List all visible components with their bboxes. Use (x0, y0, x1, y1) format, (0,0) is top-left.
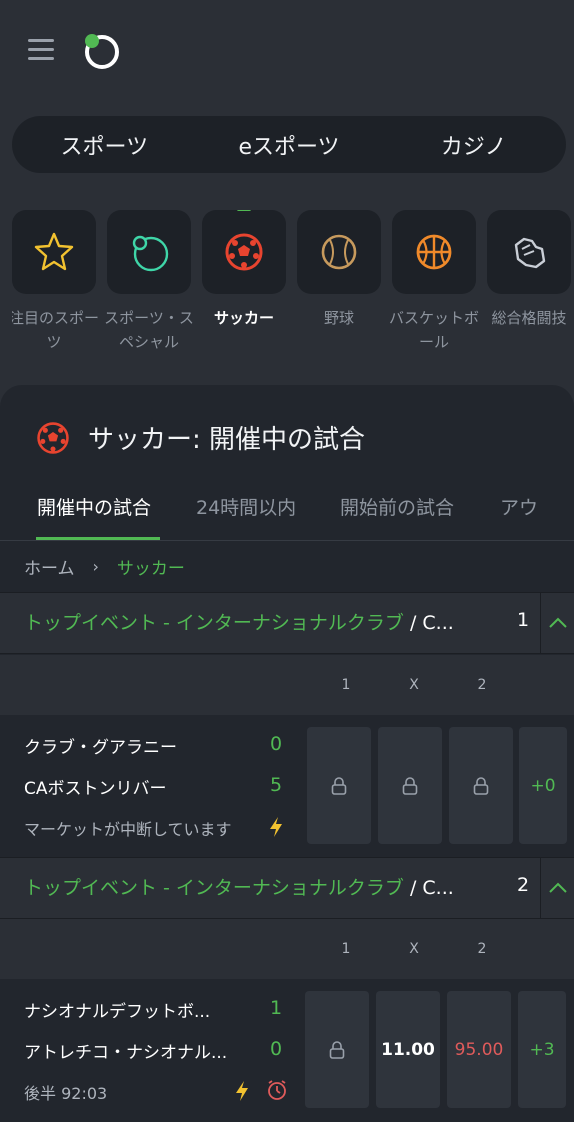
menu-icon[interactable] (28, 39, 54, 61)
match-status: 後半 92:03 (24, 1084, 108, 1103)
odd-home-locked[interactable] (305, 991, 369, 1108)
league-name-rest: / C... (403, 612, 454, 634)
away-team: CAボストンリバー (24, 779, 167, 799)
column-2-label: 2 (477, 941, 487, 957)
chevron-up-icon (548, 882, 567, 893)
breadcrumb: ホーム › サッカー (24, 554, 185, 579)
odds-column-header: 1 X 2 (0, 655, 574, 715)
basketball-icon (416, 234, 452, 270)
odds-column-header: 1 X 2 (0, 919, 574, 979)
category-label: 野球 (323, 309, 354, 327)
category-baseball[interactable]: 野球 (297, 210, 381, 330)
tab-outright[interactable]: アウ (500, 493, 538, 520)
match-tabs: 開催中の試合 24時間以内 開始前の試合 アウ (0, 477, 574, 541)
category-specials[interactable]: スポーツ・スペシャル (104, 210, 194, 354)
page-title: サッカー: 開催中の試合 (88, 425, 366, 455)
odd-home-locked[interactable] (307, 727, 371, 844)
column-x-label: X (409, 677, 419, 693)
odd-value: 11.00 (381, 1039, 435, 1060)
timer-icon (268, 1080, 286, 1100)
category-featured[interactable]: 注目のスポーツ (12, 210, 99, 354)
collapse-button[interactable] (540, 593, 574, 653)
category-soccer[interactable]: サッカー (202, 210, 286, 330)
column-1-label: 1 (341, 677, 351, 693)
logo-icon[interactable] (82, 32, 120, 70)
match-status: マーケットが中断しています (24, 820, 232, 839)
chevron-up-icon (548, 617, 567, 628)
lock-icon (402, 776, 418, 795)
league-name-rest: / C... (403, 877, 454, 899)
odd-value: 95.00 (454, 1039, 504, 1060)
league-name-main: トップイベント - インターナショナルクラブ (24, 877, 404, 899)
mma-glove-icon (514, 237, 546, 269)
breadcrumb-home[interactable]: ホーム (24, 554, 75, 579)
odd-away-locked[interactable] (449, 727, 513, 844)
away-score: 5 (269, 774, 283, 796)
home-team: クラブ・グアラニー (24, 738, 177, 758)
category-label: 総合格闘技 (491, 309, 567, 327)
segment-casino[interactable]: カジノ (381, 116, 566, 173)
category-label: バスケットボール (388, 309, 479, 351)
home-score: 0 (269, 733, 283, 755)
panel-header: サッカー: 開催中の試合 (36, 419, 365, 456)
league-name-main: トップイベント - インターナショナルクラブ (24, 612, 404, 634)
home-score: 1 (269, 997, 283, 1019)
away-team: アトレチコ・ナシオナル... (24, 1043, 228, 1063)
away-score: 0 (269, 1038, 283, 1060)
column-x-label: X (409, 941, 419, 957)
home-team: ナシオナルデフットボ... (24, 1002, 211, 1022)
breadcrumb-current[interactable]: サッカー (117, 554, 185, 579)
category-basketball[interactable]: バスケットボール (389, 210, 479, 354)
column-1-label: 1 (341, 941, 351, 957)
odd-draw-locked[interactable] (378, 727, 442, 844)
lightning-icon (236, 1081, 248, 1101)
lock-icon (329, 1040, 345, 1059)
column-2-label: 2 (477, 677, 487, 693)
specials-icon (132, 235, 169, 272)
tab-upcoming[interactable]: 開始前の試合 (340, 493, 454, 520)
category-label: サッカー (213, 309, 274, 327)
lock-icon (331, 776, 347, 795)
sport-categories: 注目のスポーツ スポーツ・スペシャル サッカー 野球 バスケットボール 総合格闘… (12, 210, 574, 360)
segment-sports[interactable]: スポーツ (12, 116, 197, 173)
more-markets-button[interactable]: +3 (518, 991, 566, 1108)
lightning-icon (270, 817, 282, 837)
odd-away[interactable]: 95.00 (447, 991, 511, 1108)
league-count: 2 (516, 874, 530, 896)
league-name: トップイベント - インターナショナルクラブ / C... (24, 608, 484, 635)
more-markets-button[interactable]: +0 (519, 727, 567, 844)
baseball-icon (321, 234, 357, 270)
category-label: スポーツ・スペシャル (104, 309, 194, 351)
star-icon (34, 232, 74, 271)
active-tab-underline (36, 537, 160, 540)
match-row[interactable]: ナシオナルデフットボ... 1 アトレチコ・ナシオナル... 0 後半 92:0… (0, 979, 574, 1121)
match-row[interactable]: クラブ・グアラニー 0 CAボストンリバー 5 マーケットが中断しています +0 (0, 715, 574, 857)
soccer-ball-icon (37, 421, 69, 454)
league-name: トップイベント - インターナショナルクラブ / C... (24, 873, 484, 900)
breadcrumb-separator: › (92, 557, 99, 576)
soccer-ball-icon (225, 233, 263, 271)
league-header[interactable]: トップイベント - インターナショナルクラブ / C... 2 (0, 857, 574, 919)
odd-draw[interactable]: 11.00 (376, 991, 440, 1108)
league-count: 1 (516, 609, 530, 631)
segment-esports[interactable]: eスポーツ (197, 116, 382, 173)
product-switcher: スポーツ eスポーツ カジノ (12, 116, 566, 173)
category-label: 注目のスポーツ (12, 309, 99, 351)
collapse-button[interactable] (540, 858, 574, 918)
active-indicator (237, 210, 251, 211)
top-bar (0, 0, 574, 100)
tab-live[interactable]: 開催中の試合 (37, 493, 151, 520)
tab-24h[interactable]: 24時間以内 (196, 493, 296, 520)
league-header[interactable]: トップイベント - インターナショナルクラブ / C... 1 (0, 592, 574, 654)
lock-icon (473, 776, 489, 795)
category-mma[interactable]: 総合格闘技 (487, 210, 571, 330)
